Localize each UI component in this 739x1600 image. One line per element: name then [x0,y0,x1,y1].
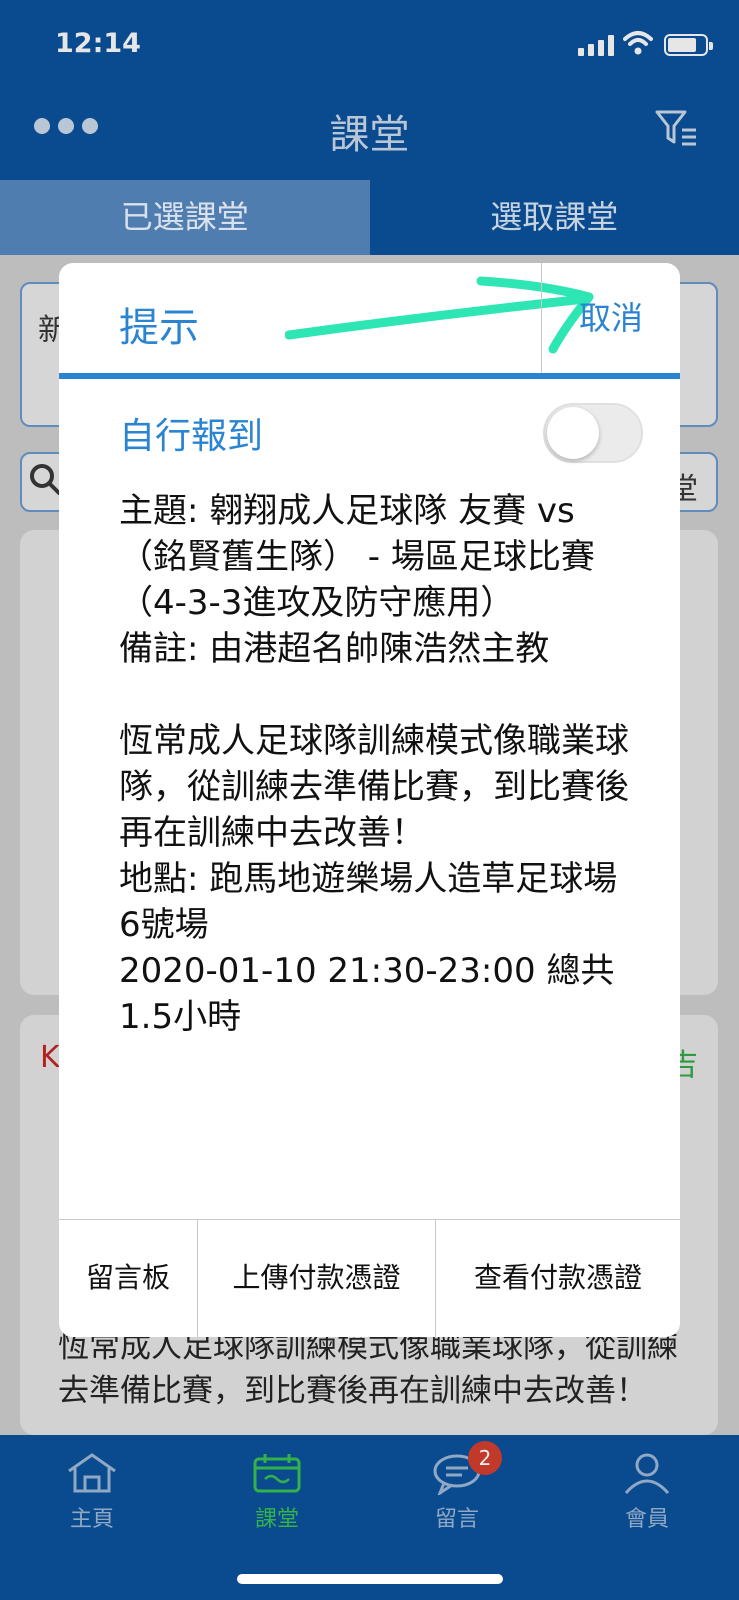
dialog-footer: 留言板 上傳付款憑證 查看付款憑證 [59,1219,680,1337]
class-datetime: 2020-01-10 21:30-23:00 總共1.5小時 [119,951,615,1037]
battery-icon [664,34,713,56]
status-time: 12:14 [55,28,141,59]
self-checkin-toggle[interactable] [543,403,643,463]
background-card-description: 恆常成人足球隊訓練模式像職業球隊，從訓練去準備比賽，到比賽後再在訓練中去改善！ [58,1329,678,1409]
segment-tabs: 已選課堂 選取課堂 [0,180,739,255]
tab-selected-classes[interactable]: 已選課堂 [0,180,370,255]
background-card-fragment-left: K [40,1040,60,1075]
cellular-signal-icon [578,34,614,56]
class-location: 地點: 跑馬地遊樂場人造草足球場6號場 [119,859,618,945]
class-remark: 備註: 由港超名帥陳浩然主教 [119,629,550,669]
tab-member-label: 會員 [624,1507,669,1532]
tab-classes-label: 課堂 [254,1507,299,1532]
tab-home[interactable]: 主頁 [37,1451,147,1533]
toggle-knob [547,407,599,459]
self-checkin-label: 自行報到 [119,416,264,457]
class-topic: 主題: 翱翔成人足球隊 友賽 vs （銘賢舊生隊） - 場區足球比賽（4-3-3… [119,491,595,623]
self-checkin-row: 自行報到 [59,379,680,479]
tab-home-label: 主頁 [69,1507,114,1532]
status-bar: 12:14 [0,0,739,90]
filter-icon[interactable] [654,108,700,150]
page-title: 課堂 [329,112,410,158]
dialog-title: 提示 [119,305,199,351]
unread-badge: 2 [468,1441,502,1475]
class-description: 恆常成人足球隊訓練模式像職業球隊，從訓練去準備比賽，到比賽後再在訓練中去改善！ [119,721,629,853]
tab-choose-classes[interactable]: 選取課堂 [370,180,739,255]
tab-member[interactable]: 會員 [592,1451,702,1533]
cancel-button[interactable]: 取消 [541,263,680,373]
message-board-button[interactable]: 留言板 [59,1220,198,1337]
tab-messages[interactable]: 2 留言 [402,1441,512,1533]
search-icon [30,464,61,495]
nav-bar: 課堂 [0,90,739,180]
upload-payment-proof-button[interactable]: 上傳付款憑證 [198,1220,436,1337]
tab-messages-label: 留言 [434,1507,479,1532]
app-header: 12:14 課堂 已選課堂 選取課堂 [0,0,739,255]
person-icon [624,1453,670,1495]
notice-dialog: 提示 取消 自行報到 主題: 翱翔成人足球隊 友賽 vs （銘賢舊生隊） - 場… [59,263,680,1337]
dialog-header: 提示 取消 [59,263,680,373]
dialog-body: 主題: 翱翔成人足球隊 友賽 vs （銘賢舊生隊） - 場區足球比賽（4-3-3… [119,488,629,1040]
view-payment-proof-button[interactable]: 查看付款憑證 [436,1220,680,1337]
tab-classes[interactable]: 課堂 [222,1451,332,1533]
home-indicator [237,1574,503,1584]
wifi-icon [623,31,653,55]
calendar-icon [253,1454,301,1493]
home-icon [68,1453,116,1493]
